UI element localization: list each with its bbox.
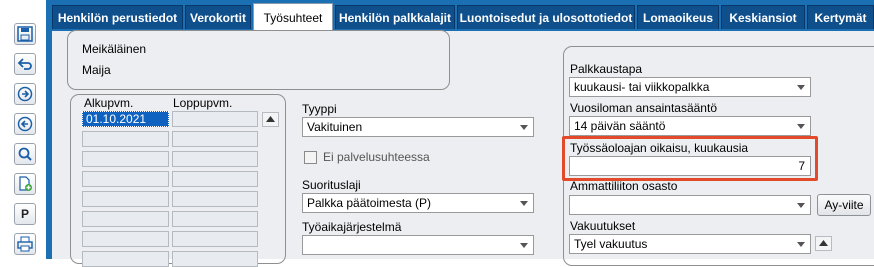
person-name-box: Meikäläinen Maija bbox=[67, 30, 450, 90]
chevron-down-icon bbox=[517, 120, 531, 134]
union-dept-dropdown[interactable] bbox=[569, 195, 811, 215]
type-label: Tyyppi bbox=[302, 102, 337, 116]
save-icon[interactable] bbox=[14, 23, 36, 45]
search-icon[interactable] bbox=[14, 143, 36, 165]
no-employment-checkbox[interactable] bbox=[304, 151, 317, 164]
employment-row-start[interactable]: 01.10.2021 bbox=[82, 111, 169, 127]
tab-tyosuhteet[interactable]: Työsuhteet bbox=[253, 3, 333, 31]
print-icon[interactable] bbox=[14, 233, 36, 255]
insurance-label: Vakuutukset bbox=[570, 219, 636, 233]
empty-cell[interactable] bbox=[82, 211, 169, 227]
type-dropdown[interactable]: Vakituinen bbox=[302, 117, 534, 137]
empty-cell[interactable] bbox=[172, 211, 258, 227]
empty-cell[interactable] bbox=[172, 171, 258, 187]
employment-row-end[interactable] bbox=[172, 111, 258, 127]
chevron-up-icon bbox=[266, 116, 275, 122]
tab-luontoisedut[interactable]: Luontoisedut ja ulosottotiedot bbox=[457, 5, 635, 29]
holiday-rule-label: Vuosiloman ansaintasääntö bbox=[570, 101, 717, 115]
end-date-header: Loppupvm. bbox=[173, 96, 233, 110]
empty-cell[interactable] bbox=[172, 131, 258, 147]
tab-lomaoikeus[interactable]: Lomaoikeus bbox=[637, 5, 719, 29]
chevron-down-icon bbox=[794, 119, 808, 133]
next-icon[interactable] bbox=[14, 83, 36, 105]
left-toolbar: P bbox=[0, 0, 50, 259]
previous-icon[interactable] bbox=[14, 113, 36, 135]
tab-bar: Henkilön perustiedot Verokortit Työsuhte… bbox=[52, 0, 874, 31]
mode-dropdown[interactable]: Palkka päätoimesta (P) bbox=[302, 193, 534, 213]
person-last-name: Meikäläinen bbox=[82, 42, 147, 56]
insurance-dropdown[interactable]: Tyel vakuutus bbox=[569, 234, 811, 254]
mode-label: Suorituslaji bbox=[302, 178, 361, 192]
empty-cell[interactable] bbox=[172, 251, 258, 267]
p-button[interactable]: P bbox=[14, 203, 36, 225]
start-date-header: Alkupvm. bbox=[84, 96, 134, 110]
empty-cell[interactable] bbox=[82, 191, 169, 207]
chevron-down-icon bbox=[794, 237, 808, 251]
undo-icon[interactable] bbox=[14, 53, 36, 75]
no-employment-label: Ei palvelusuhteessa bbox=[323, 150, 430, 164]
tab-henkilon-perustiedot[interactable]: Henkilön perustiedot bbox=[52, 5, 183, 29]
chevron-down-icon bbox=[794, 198, 808, 212]
working-time-label: Työaikajärjestelmä bbox=[302, 220, 402, 234]
empty-cell[interactable] bbox=[82, 171, 169, 187]
chevron-down-icon bbox=[517, 196, 531, 210]
highlight-box bbox=[562, 136, 818, 181]
tab-henkilon-palkkalajit[interactable]: Henkilön palkkalajit bbox=[335, 5, 455, 29]
empty-cell[interactable] bbox=[172, 191, 258, 207]
chevron-up-icon bbox=[819, 240, 828, 246]
pay-method-dropdown[interactable]: kuukausi- tai viikkopalkka bbox=[569, 77, 811, 97]
tab-keskiansiot[interactable]: Keskiansiot bbox=[721, 5, 805, 29]
union-dept-label: Ammattiliiton osasto bbox=[570, 179, 678, 193]
chevron-down-icon bbox=[517, 238, 531, 252]
empty-cell[interactable] bbox=[82, 151, 169, 167]
tab-verokortit[interactable]: Verokortit bbox=[185, 5, 251, 29]
empty-cell[interactable] bbox=[82, 131, 169, 147]
tab-kertymat[interactable]: Kertymät bbox=[807, 5, 874, 29]
empty-cell[interactable] bbox=[82, 251, 169, 267]
scroll-up-button[interactable] bbox=[262, 112, 279, 127]
empty-cell[interactable] bbox=[82, 231, 169, 247]
chevron-down-icon bbox=[794, 80, 808, 94]
working-time-dropdown[interactable] bbox=[302, 235, 534, 255]
ay-viite-button[interactable]: Ay-viite bbox=[817, 194, 871, 216]
person-first-name: Maija bbox=[82, 63, 111, 77]
holiday-rule-dropdown[interactable]: 14 päivän sääntö bbox=[569, 116, 811, 136]
insurance-scroll-up-button[interactable] bbox=[815, 236, 832, 251]
pay-method-label: Palkkaustapa bbox=[570, 62, 643, 76]
new-document-icon[interactable] bbox=[14, 173, 36, 195]
empty-cell[interactable] bbox=[172, 231, 258, 247]
empty-cell[interactable] bbox=[172, 151, 258, 167]
